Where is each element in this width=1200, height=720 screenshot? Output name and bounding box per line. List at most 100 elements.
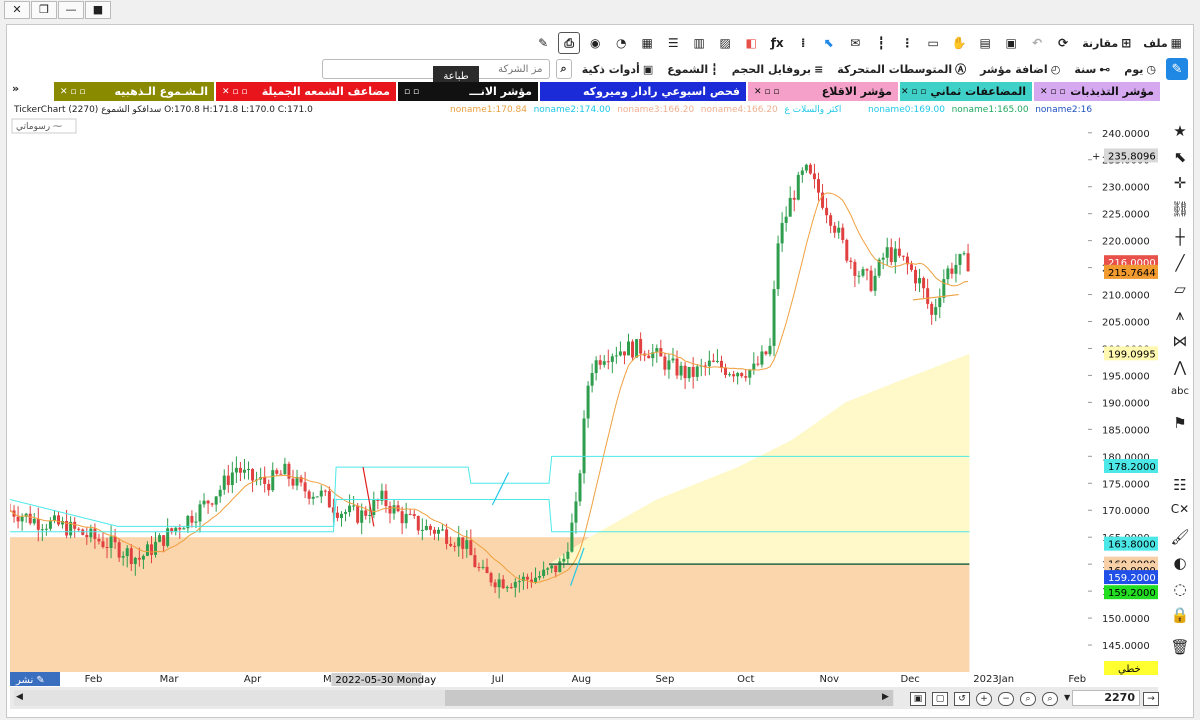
- candle-body: [784, 216, 788, 223]
- cursor-icon[interactable]: ⬉: [1168, 148, 1192, 170]
- day-label: يوم: [1124, 62, 1144, 76]
- tab-4[interactable]: مؤشر الانـــ ▫ ▫: [398, 82, 538, 101]
- trash-icon[interactable]: 🗑: [1168, 638, 1192, 660]
- volume-profile-button[interactable]: ≡ بروفايل الحجم: [728, 59, 828, 79]
- tab-controls[interactable]: ▫ ▫ ✕: [1040, 87, 1065, 97]
- candle-body: [174, 527, 178, 532]
- search-icon[interactable]: ⌕: [555, 59, 572, 79]
- zoom-out-icon[interactable]: −: [998, 692, 1014, 706]
- candle-body: [420, 529, 424, 531]
- tab-controls[interactable]: ▫ ▫ ✕: [222, 87, 247, 97]
- candle-body: [218, 489, 222, 497]
- day-button[interactable]: ◷ يوم: [1120, 59, 1160, 79]
- ruler-icon[interactable]: ▭: [922, 32, 944, 54]
- trendline-icon[interactable]: ╱: [1168, 254, 1192, 276]
- zoom-b-icon[interactable]: ⌕: [1042, 692, 1058, 706]
- close-icon[interactable]: ✕: [4, 1, 30, 19]
- tab-controls[interactable]: ▫ ▫ ✕: [754, 87, 779, 97]
- candle-body: [453, 545, 457, 547]
- tab-0[interactable]: مؤشر التذبذبات ▫ ▫ ✕: [1034, 82, 1160, 101]
- file-menu[interactable]: ▦ ملف: [1139, 32, 1186, 54]
- count-dropdown-icon[interactable]: ▼: [1064, 693, 1070, 702]
- hide-icon[interactable]: ◌: [1168, 580, 1192, 602]
- moving-averages-button[interactable]: Ⓐ المتوسطات المتحركة: [833, 59, 970, 79]
- minimize-icon[interactable]: —: [58, 1, 84, 19]
- count-field[interactable]: 2270: [1072, 690, 1140, 706]
- hand-icon[interactable]: ✋: [948, 32, 970, 54]
- candle-body: [158, 535, 162, 542]
- tab-5[interactable]: مضاعف الشمعه الجميلة ▫ ▫ ✕: [216, 82, 396, 101]
- pen-icon[interactable]: ✎: [532, 32, 554, 54]
- compare-button[interactable]: ⊞ مقارنة: [1078, 32, 1135, 54]
- flag-icon[interactable]: ⚑: [1168, 414, 1192, 436]
- wave-icon[interactable]: ⋀: [1168, 358, 1192, 380]
- bars-icon[interactable]: ⋮: [896, 32, 918, 54]
- restore-icon[interactable]: ❐: [31, 1, 57, 19]
- plus-icon[interactable]: +: [1092, 151, 1100, 162]
- star-icon[interactable]: ★: [1168, 122, 1192, 144]
- add-indicator-button[interactable]: ◴ اضافة مؤشر: [976, 59, 1064, 79]
- clear-icon[interactable]: C✕: [1168, 502, 1192, 524]
- tab-1[interactable]: المضاعفات ثماني ▫ ▫ ✕: [900, 82, 1032, 101]
- text-abc-icon[interactable]: abc: [1168, 386, 1192, 408]
- function-icon[interactable]: ƒx: [766, 32, 788, 54]
- tab-controls[interactable]: ▫ ▫: [404, 87, 419, 97]
- undo-icon[interactable]: ↶: [1026, 32, 1048, 54]
- price-badge-value: 178.2000: [1108, 462, 1156, 473]
- camera-icon[interactable]: ◉: [584, 32, 606, 54]
- tab-6[interactable]: الـشـموع الـذهبيه ▫ ▫ ✕: [54, 82, 214, 101]
- year-button[interactable]: ⊶ سنة: [1070, 59, 1114, 79]
- zoom-reset-icon[interactable]: ↺: [954, 692, 970, 706]
- tabs-scroll-icon[interactable]: »: [8, 82, 54, 101]
- candle-body: [85, 534, 89, 538]
- apply-count-icon[interactable]: →: [1143, 692, 1159, 706]
- indicator-legend-item: اكثر والسلات ع: [784, 105, 841, 115]
- tab-controls[interactable]: ▫ ▫ ✕: [901, 87, 926, 97]
- dotted-icon[interactable]: ⁞: [792, 32, 814, 54]
- tab-controls[interactable]: ▫ ▫ ✕: [60, 87, 85, 97]
- tab-2[interactable]: مؤشر الاقلاع ▫ ▫ ✕: [748, 82, 898, 101]
- scroll-left-icon[interactable]: ◀: [16, 692, 23, 702]
- list-icon[interactable]: ☰: [662, 32, 684, 54]
- scrollbar-thumb[interactable]: [445, 690, 893, 706]
- pattern-icon[interactable]: ⋈: [1168, 332, 1192, 354]
- candle-icon[interactable]: ┇: [870, 32, 892, 54]
- record-icon[interactable]: ■: [85, 1, 111, 19]
- x-tick-label: Feb: [85, 674, 103, 685]
- candles-button[interactable]: ┇ الشموع: [663, 59, 722, 79]
- brush-icon[interactable]: 🖌: [1168, 528, 1192, 550]
- zoom-a-icon[interactable]: ⌕: [1020, 692, 1036, 706]
- capture-icon[interactable]: ▣: [1000, 32, 1022, 54]
- magnet-icon[interactable]: ◐: [1168, 554, 1192, 576]
- lock-icon[interactable]: 🔒: [1168, 606, 1192, 628]
- print-icon[interactable]: ⎙: [558, 32, 581, 54]
- tab-3[interactable]: فحص اسبوعي رادار وميروكه: [540, 82, 746, 101]
- candle-body: [590, 373, 594, 386]
- fork-icon[interactable]: ⩚: [1168, 306, 1192, 328]
- chart-area[interactable]: 145.0000150.0000155.0000160.0000165.0000…: [8, 102, 1158, 686]
- zoom-fit-icon[interactable]: ▣: [910, 692, 926, 706]
- tab-label: الـشـموع الـذهبيه: [114, 85, 208, 98]
- smart-tools-button[interactable]: ▣ أدوات ذكية: [578, 59, 658, 79]
- mail-icon[interactable]: ✉: [844, 32, 866, 54]
- candle-body: [671, 358, 675, 361]
- price-chart[interactable]: 145.0000150.0000155.0000160.0000165.0000…: [8, 102, 1158, 686]
- cycle-icon[interactable]: ◔: [610, 32, 632, 54]
- layout-icon[interactable]: ▤: [974, 32, 996, 54]
- y-tick-label: 175.0000: [1102, 479, 1150, 490]
- candle-body: [323, 490, 327, 492]
- zoom-window-icon[interactable]: ▢: [932, 692, 948, 706]
- table-icon[interactable]: ▦: [636, 32, 658, 54]
- chain-icon[interactable]: ⛓: [1168, 200, 1192, 222]
- hline-icon[interactable]: ┼: [1168, 228, 1192, 250]
- fib-icon[interactable]: ☷: [1168, 476, 1192, 498]
- photo-icon[interactable]: ▨: [714, 32, 736, 54]
- color-icon[interactable]: ◧: [740, 32, 762, 54]
- zoom-in-icon[interactable]: +: [976, 692, 992, 706]
- scroll-right-icon[interactable]: ▶: [882, 692, 889, 702]
- pointer-icon[interactable]: ⬉: [818, 32, 840, 54]
- crosshair-icon[interactable]: ✛: [1168, 174, 1192, 196]
- column-icon[interactable]: ▥: [688, 32, 710, 54]
- channel-icon[interactable]: ▱: [1168, 280, 1192, 302]
- refresh-icon[interactable]: ⟳: [1052, 32, 1074, 54]
